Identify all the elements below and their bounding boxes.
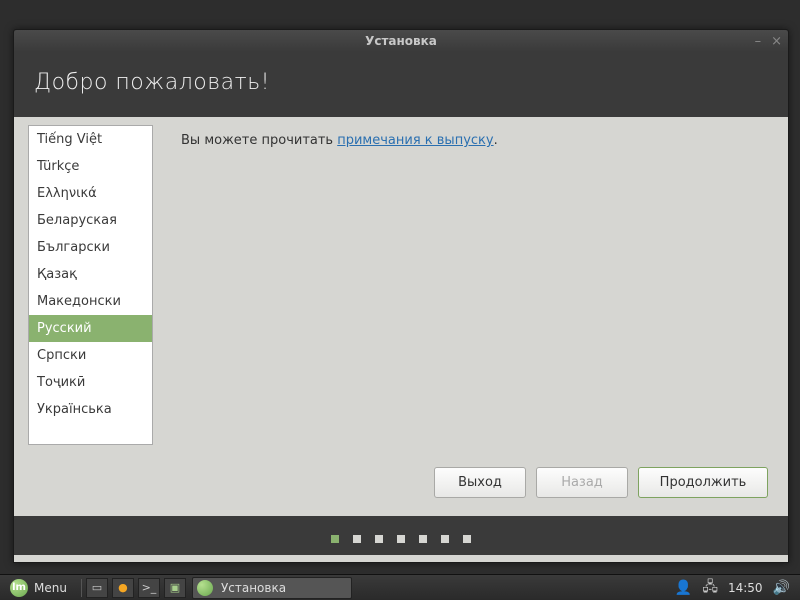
- titlebar-controls: – ×: [755, 35, 782, 48]
- language-item[interactable]: Ελληνικά: [29, 180, 152, 207]
- minimize-icon[interactable]: –: [755, 35, 762, 48]
- language-item[interactable]: Türkçe: [29, 153, 152, 180]
- button-row: Выход Назад Продолжить: [434, 467, 768, 498]
- language-item[interactable]: Русский: [29, 315, 152, 342]
- language-item[interactable]: Српски: [29, 342, 152, 369]
- show-desktop-icon[interactable]: ▭: [86, 578, 108, 598]
- language-item[interactable]: Македонски: [29, 288, 152, 315]
- language-item[interactable]: Українська: [29, 396, 152, 423]
- volume-icon[interactable]: 🔊: [773, 580, 790, 596]
- progress-dot: [463, 535, 471, 543]
- mint-logo-icon: lm: [10, 579, 28, 597]
- user-icon[interactable]: 👤: [675, 580, 692, 596]
- quit-button[interactable]: Выход: [434, 467, 526, 498]
- taskbar-entry-installer[interactable]: Установка: [192, 577, 352, 599]
- progress-dot: [375, 535, 383, 543]
- main-pane: Вы можете прочитать примечания к выпуску…: [181, 125, 774, 516]
- progress-dot: [397, 535, 405, 543]
- files-icon[interactable]: ▣: [164, 578, 186, 598]
- close-icon[interactable]: ×: [771, 35, 782, 48]
- language-item[interactable]: Тоҷикӣ: [29, 369, 152, 396]
- clock[interactable]: 14:50: [728, 581, 763, 595]
- language-item[interactable]: Български: [29, 234, 152, 261]
- hint-prefix: Вы можете прочитать: [181, 133, 337, 148]
- language-item[interactable]: Tiếng Việt: [29, 126, 152, 153]
- progress-dot: [419, 535, 427, 543]
- panel-separator: [81, 579, 82, 597]
- installer-window: Установка – × Добро пожаловать! Tiếng Vi…: [13, 29, 789, 563]
- system-tray: 👤 🖧 14:50 🔊: [675, 576, 800, 600]
- titlebar: Установка – ×: [14, 30, 788, 52]
- footer-strip: [14, 555, 788, 562]
- content-area: Tiếng ViệtTürkçeΕλληνικάБеларускаяБългар…: [14, 117, 788, 516]
- menu-label: Menu: [34, 581, 67, 595]
- firefox-icon[interactable]: ●: [112, 578, 134, 598]
- progress-dot: [353, 535, 361, 543]
- hint-suffix: .: [494, 133, 498, 148]
- welcome-heading: Добро пожаловать!: [34, 70, 768, 95]
- release-notes-link[interactable]: примечания к выпуску: [337, 133, 493, 148]
- welcome-header: Добро пожаловать!: [14, 52, 788, 117]
- release-notes-hint: Вы можете прочитать примечания к выпуску…: [181, 133, 774, 148]
- taskbar: lm Menu ▭ ● >_ ▣ Установка 👤 🖧 14:50 🔊: [0, 574, 800, 600]
- continue-button[interactable]: Продолжить: [638, 467, 768, 498]
- menu-button[interactable]: lm Menu: [0, 575, 77, 600]
- progress-dot: [331, 535, 339, 543]
- language-item[interactable]: Беларуская: [29, 207, 152, 234]
- back-button: Назад: [536, 467, 628, 498]
- terminal-icon[interactable]: >_: [138, 578, 160, 598]
- progress-dot: [441, 535, 449, 543]
- quicklaunch: ▭ ● >_ ▣: [86, 578, 186, 598]
- language-list[interactable]: Tiếng ViệtTürkçeΕλληνικάБеларускаяБългар…: [28, 125, 153, 445]
- task-mint-icon: [197, 580, 213, 596]
- language-item[interactable]: Қазақ: [29, 261, 152, 288]
- task-label: Установка: [221, 581, 286, 595]
- window-title: Установка: [365, 34, 437, 48]
- network-icon[interactable]: 🖧: [702, 576, 718, 600]
